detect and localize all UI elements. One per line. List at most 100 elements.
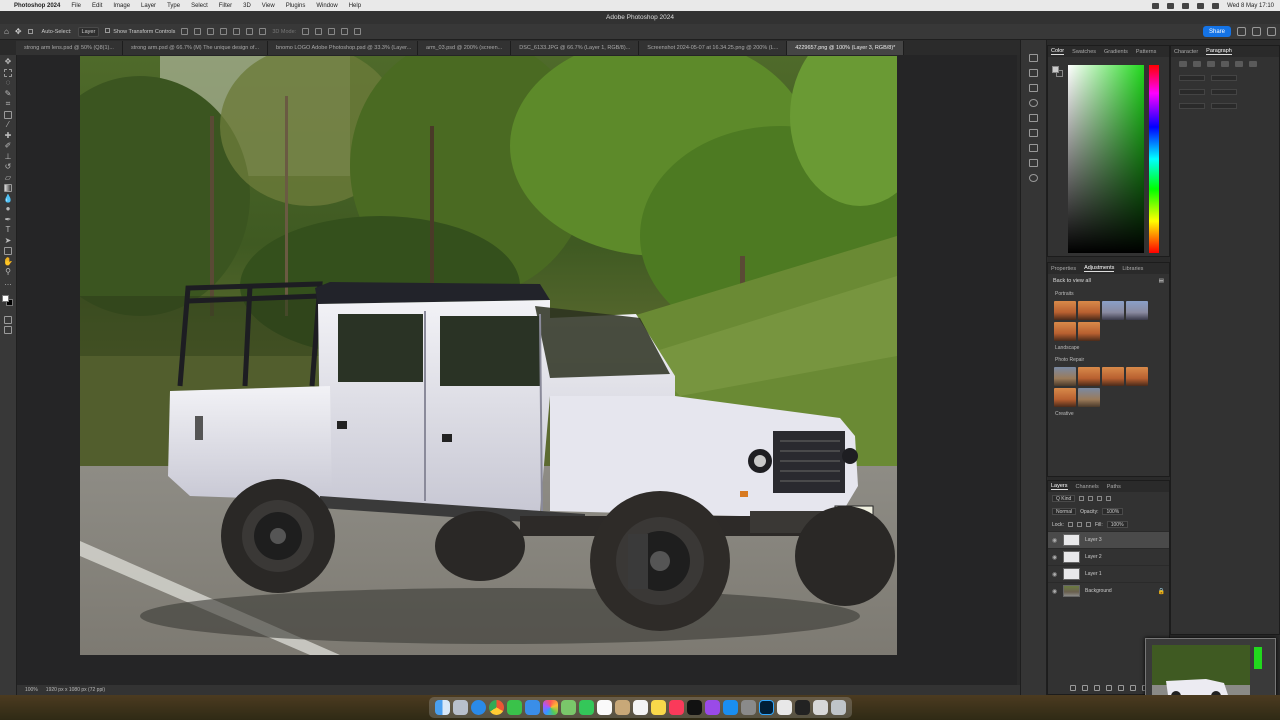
preset-thumbnail[interactable] [1054, 322, 1076, 341]
align-left-icon[interactable] [181, 28, 189, 35]
document-tab[interactable]: DSC_6133.JPG @ 66.7% (Layer 1, RGB/8)... [511, 41, 640, 55]
fill-field[interactable]: 100% [1106, 521, 1128, 528]
tab-paragraph[interactable]: Paragraph [1206, 48, 1232, 55]
menu-edit[interactable]: Edit [92, 3, 102, 9]
actions-panel-icon[interactable] [1029, 159, 1038, 167]
move-tool-icon[interactable]: ✥ [15, 27, 22, 36]
justify-last-center-icon[interactable] [1235, 61, 1243, 67]
3d-slide-icon[interactable] [341, 28, 349, 35]
menu-view[interactable]: View [262, 3, 275, 9]
layer-filter-kind[interactable]: Q Kind [1052, 495, 1076, 502]
tab-color[interactable]: Color [1051, 48, 1065, 55]
brush-tool-icon[interactable]: ✐ [4, 142, 12, 150]
type-tool-icon[interactable]: T [4, 226, 12, 234]
workspace-icon[interactable] [1267, 27, 1276, 36]
preset-thumbnail[interactable] [1078, 301, 1100, 320]
indent-left-field[interactable] [1179, 75, 1205, 81]
foreground-color-swatch[interactable] [2, 295, 9, 302]
section-portraits[interactable]: Portraits [1048, 288, 1169, 300]
3d-orbit-icon[interactable] [302, 28, 310, 35]
opacity-field[interactable]: 100% [1102, 508, 1124, 515]
calendar-icon[interactable] [596, 700, 612, 715]
document-canvas[interactable] [80, 56, 897, 655]
adjustment-layer-icon[interactable] [1105, 685, 1112, 691]
document-tab[interactable]: strong arm lens.psd @ 50% (Q8(1)... [16, 41, 123, 55]
zoom-level[interactable]: 100% [25, 687, 38, 693]
menu-plugins[interactable]: Plugins [286, 3, 306, 9]
podcasts-icon[interactable] [704, 700, 720, 715]
preview-icon[interactable] [776, 700, 792, 715]
menu-file[interactable]: File [71, 3, 81, 9]
tab-character[interactable]: Character [1174, 49, 1198, 55]
layer-row[interactable]: ◉ Background 🔒 [1048, 582, 1169, 599]
menu-window[interactable]: Window [316, 3, 337, 9]
align-left-icon[interactable] [1179, 61, 1187, 67]
preset-thumbnail[interactable] [1126, 367, 1148, 386]
share-button[interactable]: Share [1202, 26, 1231, 37]
new-layer-icon[interactable] [1129, 685, 1136, 691]
crop-tool-icon[interactable]: ⌗ [4, 100, 12, 108]
brush-settings-icon[interactable] [1029, 114, 1038, 122]
preset-thumbnail[interactable] [1078, 367, 1100, 386]
transform-controls-checkbox[interactable] [105, 28, 111, 33]
tab-libraries[interactable]: Libraries [1122, 266, 1143, 272]
mail-icon[interactable] [524, 700, 540, 715]
menu-filter[interactable]: Filter [219, 3, 232, 9]
3d-pan-icon[interactable] [328, 28, 336, 35]
healing-brush-tool-icon[interactable]: ✚ [4, 131, 12, 140]
space-after-field[interactable] [1179, 103, 1205, 109]
lasso-tool-icon[interactable]: ◌ [4, 79, 12, 87]
record-status-icon[interactable] [1152, 2, 1160, 9]
preset-thumbnail[interactable] [1078, 388, 1100, 407]
layer-name[interactable]: Background [1085, 588, 1112, 594]
section-creative[interactable]: Creative [1048, 408, 1169, 420]
menu-3d[interactable]: 3D [243, 3, 251, 9]
spotlight-icon[interactable] [1197, 2, 1205, 9]
zoom-tool-icon[interactable]: ⚲ [4, 268, 12, 276]
terminal-icon[interactable] [794, 700, 810, 715]
path-selection-tool-icon[interactable]: ➤ [4, 236, 12, 245]
filter-type-icon[interactable] [1097, 496, 1103, 501]
layer-style-icon[interactable] [1081, 685, 1088, 691]
notes-icon[interactable] [650, 700, 666, 715]
add-mask-icon[interactable] [1093, 685, 1100, 691]
section-photo-repair[interactable]: Photo Repair [1048, 354, 1169, 366]
indent-right-field[interactable] [1211, 75, 1237, 81]
home-icon[interactable]: ⌂ [4, 27, 9, 36]
finder-icon[interactable] [434, 700, 450, 715]
preset-thumbnail[interactable] [1102, 301, 1124, 320]
lock-icon[interactable]: 🔒 [1158, 588, 1165, 595]
layer-row[interactable]: ◉ Layer 1 [1048, 565, 1169, 582]
layer-name[interactable]: Layer 1 [1085, 571, 1102, 577]
layer-row[interactable]: ◉ Layer 3 [1048, 531, 1169, 548]
eyedropper-tool-icon[interactable]: ⁄ [4, 121, 12, 129]
history-panel-icon[interactable] [1029, 54, 1038, 62]
preset-thumbnail[interactable] [1102, 367, 1124, 386]
preset-thumbnail[interactable] [1126, 301, 1148, 320]
chrome-icon[interactable] [488, 700, 504, 715]
lock-position-icon[interactable] [1076, 522, 1082, 527]
brushes-panel-icon[interactable] [1029, 129, 1038, 137]
document-tab[interactable]: strong arm.psd @ 66.7% (M) The unique de… [122, 41, 269, 55]
filter-adjustment-icon[interactable] [1088, 496, 1094, 501]
filter-pixel-icon[interactable] [1079, 496, 1085, 501]
rectangle-tool-icon[interactable] [4, 247, 12, 255]
tab-adjustments[interactable]: Adjustments [1084, 265, 1115, 272]
search-icon[interactable] [1237, 27, 1246, 36]
reminders-icon[interactable] [632, 700, 648, 715]
finder-window-icon[interactable] [812, 700, 828, 715]
launchpad-icon[interactable] [452, 700, 468, 715]
tab-swatches[interactable]: Swatches [1072, 49, 1096, 55]
layer-name[interactable]: Layer 2 [1085, 554, 1102, 560]
quick-selection-tool-icon[interactable]: ✎ [4, 89, 12, 98]
clone-source-icon[interactable] [1029, 144, 1038, 152]
align-center-icon[interactable] [1193, 61, 1201, 67]
document-tab[interactable]: arm_03.psd @ 200% (screen... [418, 41, 512, 55]
history-brush-tool-icon[interactable]: ↺ [4, 163, 12, 171]
filter-shape-icon[interactable] [1106, 496, 1112, 501]
help-icon[interactable] [1252, 27, 1261, 36]
layer-row[interactable]: ◉ Layer 2 [1048, 548, 1169, 565]
tab-channels[interactable]: Channels [1076, 484, 1099, 490]
preset-thumbnail[interactable] [1054, 388, 1076, 407]
tab-layers[interactable]: Layers [1051, 483, 1068, 490]
